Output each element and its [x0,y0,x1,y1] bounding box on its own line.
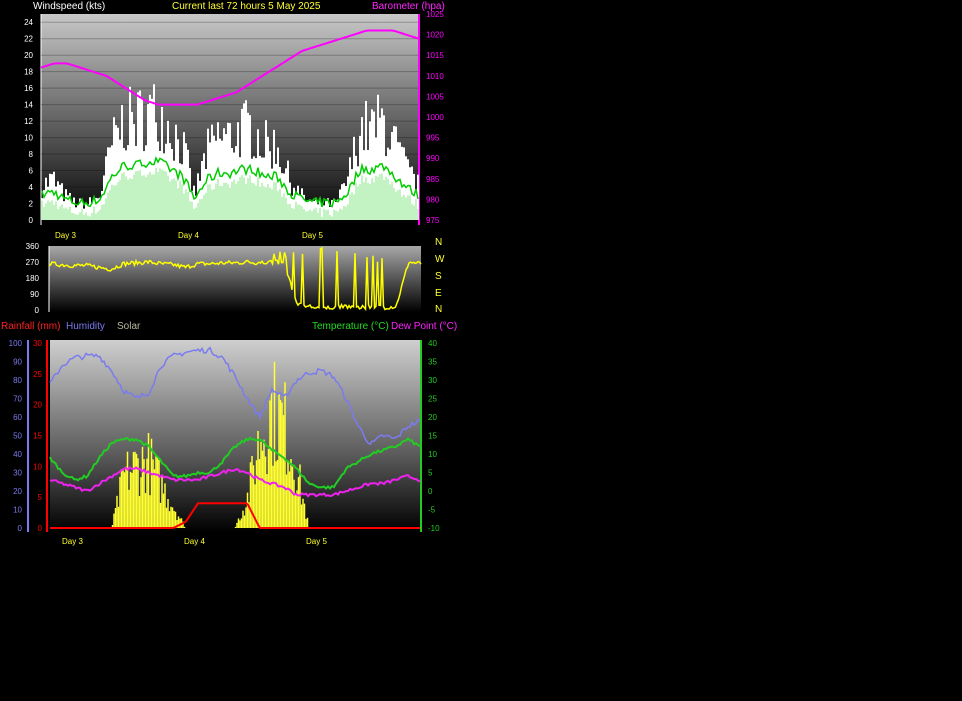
temperature-tick-label: 15 [428,432,437,441]
temperature-tick-label: 0 [428,487,433,496]
wind-y-tick-label: 18 [24,68,33,77]
weather-charts: 0246810121416182022249759809859909951000… [9,10,445,546]
rainfall-tick-label: 10 [33,462,42,471]
barometer-tick-label: 1010 [426,72,444,81]
temperature-tick-label: 10 [428,450,437,459]
barometer-tick-label: 1025 [426,10,444,19]
direction-y-tick-label: 0 [35,306,40,315]
rainfall-tick-label: 30 [33,339,42,348]
rainfall-tick-label: 0 [38,524,43,533]
barometer-tick-label: 980 [426,195,440,204]
barometer-tick-label: 995 [426,134,440,143]
humidity-tick-label: 20 [13,487,22,496]
compass-tick-label: E [435,288,442,299]
temperature-tick-label: 20 [428,413,437,422]
rainfall-tick-label: 20 [33,401,42,410]
wind-x-tick-label: Day 5 [302,231,323,240]
wind-y-tick-label: 2 [29,200,34,209]
humidity-tick-label: 40 [13,450,22,459]
humidity-tick-label: 100 [9,339,23,348]
wind-x-tick-label: Day 3 [55,231,76,240]
humidity-tick-label: 90 [13,358,22,367]
humidity-tick-label: 70 [13,395,22,404]
compass-tick-label: N [435,237,442,248]
humidity-tick-label: 50 [13,432,22,441]
barometer-tick-label: 1005 [426,92,444,101]
wind-y-tick-label: 12 [24,117,33,126]
wind-y-tick-label: 16 [24,84,33,93]
direction-y-tick-label: 270 [26,258,40,267]
barometer-tick-label: 990 [426,154,440,163]
barometer-tick-label: 1000 [426,113,444,122]
compass-tick-label: W [435,254,445,265]
compass-tick-label: N [435,304,442,315]
wind-y-tick-label: 6 [29,167,34,176]
rainfall-tick-label: 25 [33,370,42,379]
humidity-tick-label: 60 [13,413,22,422]
weather-x-tick-label: Day 4 [184,537,205,546]
rainfall-tick-label: 5 [38,493,43,502]
temperature-tick-label: -5 [428,506,436,515]
temperature-tick-label: 5 [428,469,433,478]
wind-y-tick-label: 0 [29,216,34,225]
direction-y-tick-label: 180 [26,274,40,283]
temperature-tick-label: 25 [428,395,437,404]
humidity-tick-label: 30 [13,469,22,478]
direction-y-tick-label: 360 [26,242,40,251]
wind-y-tick-label: 22 [24,35,33,44]
humidity-tick-label: 0 [18,524,23,533]
barometer-tick-label: 1020 [426,31,444,40]
weather-x-tick-label: Day 5 [306,537,327,546]
barometer-tick-label: 985 [426,175,440,184]
humidity-tick-label: 10 [13,506,22,515]
humidity-tick-label: 80 [13,376,22,385]
weather-x-tick-label: Day 3 [62,537,83,546]
wind-y-tick-label: 8 [29,150,34,159]
temperature-tick-label: 40 [428,339,437,348]
rainfall-tick-label: 15 [33,432,42,441]
wind-y-tick-label: 10 [24,134,33,143]
temperature-tick-label: -10 [428,524,440,533]
wind-y-tick-label: 14 [24,101,33,110]
wind-y-tick-label: 24 [24,18,33,27]
direction-y-tick-label: 90 [30,290,39,299]
wind-x-tick-label: Day 4 [178,231,199,240]
wind-y-tick-label: 4 [29,183,34,192]
temperature-tick-label: 35 [428,358,437,367]
barometer-tick-label: 975 [426,216,440,225]
temperature-tick-label: 30 [428,376,437,385]
barometer-tick-label: 1015 [426,51,444,60]
wind-y-tick-label: 20 [24,51,33,60]
compass-tick-label: S [435,271,442,282]
